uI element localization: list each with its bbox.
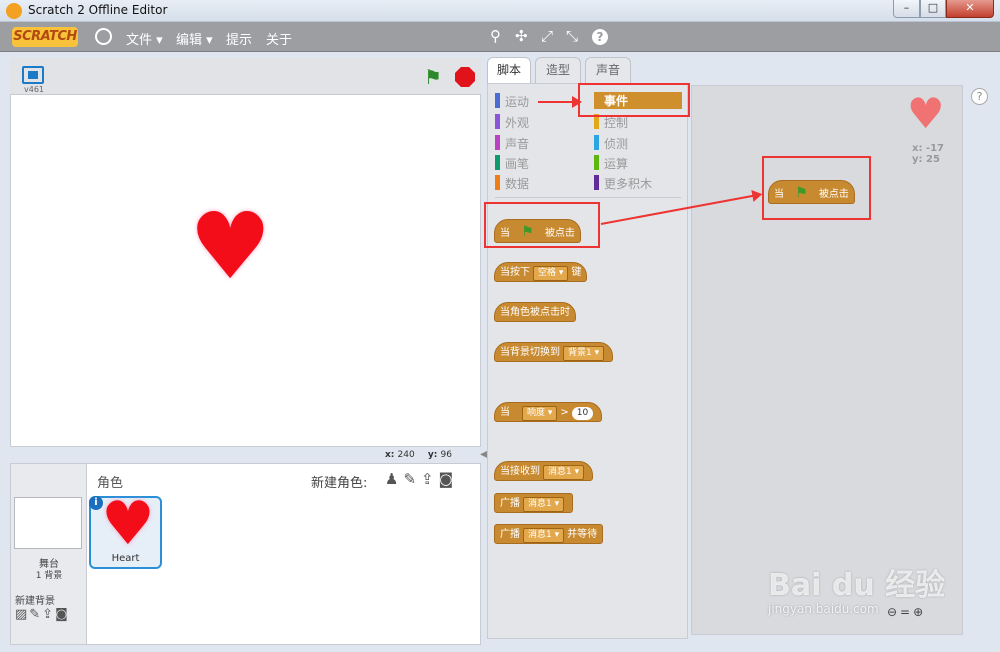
block-when-sensor-greater[interactable]: 当响度 ▾ >10 — [494, 402, 603, 422]
category-pen[interactable]: 画笔 — [494, 155, 529, 172]
category-data[interactable]: 数据 — [494, 175, 529, 192]
info-icon[interactable]: i — [89, 496, 103, 510]
block-when-backdrop-switches[interactable]: 当背景切换到 背景1 ▾ — [494, 342, 614, 362]
version-label: v461 — [24, 85, 45, 94]
new-backdrop-icons[interactable]: ▨✎⇪◙ — [15, 607, 70, 622]
window-title: Scratch 2 Offline Editor — [28, 3, 168, 17]
sprite-thumbnail-heart[interactable]: ♥ i Heart — [89, 489, 162, 569]
new-backdrop-label: 新建背景 — [15, 596, 55, 607]
backdrop-dropdown[interactable]: 背景1 ▾ — [563, 346, 605, 361]
stop-icon[interactable] — [455, 67, 475, 87]
sensor-dropdown[interactable]: 响度 ▾ — [522, 406, 558, 421]
menu-file[interactable]: 文件 ▾ — [126, 29, 163, 48]
block-when-sprite-clicked[interactable]: 当角色被点击时 — [494, 302, 576, 322]
sensor-value-input[interactable]: 10 — [571, 407, 594, 420]
tab-sounds[interactable]: 声音 — [585, 57, 631, 83]
block-when-key-pressed[interactable]: 当按下 空格 ▾ 键 — [494, 262, 588, 282]
palette-divider — [495, 197, 681, 198]
minimize-button[interactable]: – — [893, 0, 920, 18]
mouse-coords: x: 240 y: 96 — [385, 450, 452, 460]
stage-canvas[interactable]: ♥ — [10, 94, 481, 447]
stage-header: v461 ⚑ — [10, 58, 481, 94]
sprite-panel: 舞台 1 背景 新建背景 ▨✎⇪◙ 角色 新建角色: ♟✎⇪◙ ♥ i Hear… — [10, 463, 481, 645]
scratch-cat-icon — [6, 3, 22, 19]
category-operators[interactable]: 运算 — [593, 155, 628, 172]
heart-sprite[interactable]: ♥ — [189, 201, 271, 293]
block-palette: 运动 外观 声音 画笔 数据 事件 控制 侦测 运算 更多积木 当 ⚑ 被点击 … — [487, 83, 688, 639]
block-broadcast-and-wait[interactable]: 广播 消息1 ▾ 并等待 — [494, 524, 604, 544]
broadcast-dropdown[interactable]: 消息1 ▾ — [523, 497, 565, 512]
key-dropdown[interactable]: 空格 ▾ — [533, 266, 569, 281]
stage-column: 舞台 1 背景 新建背景 ▨✎⇪◙ — [11, 464, 87, 644]
zoom-controls[interactable]: ⊖=⊕ — [887, 605, 926, 619]
block-broadcast[interactable]: 广播 消息1 ▾ — [494, 493, 574, 513]
category-sensing[interactable]: 侦测 — [593, 135, 628, 152]
window-title-bar: Scratch 2 Offline Editor — [0, 0, 1000, 22]
grow-icon[interactable]: ⤢ — [541, 27, 553, 45]
help-icon[interactable]: ? — [592, 29, 608, 45]
green-flag-icon[interactable]: ⚑ — [424, 65, 442, 89]
close-button[interactable]: ✕ — [946, 0, 994, 18]
sprite-name: Heart — [111, 553, 140, 564]
current-sprite-icon: ♥ — [907, 89, 945, 138]
category-motion[interactable]: 运动 — [494, 93, 529, 110]
baidu-watermark: Bai du 经验 — [768, 568, 946, 603]
new-sprite-icons[interactable]: ♟✎⇪◙ — [385, 470, 458, 488]
broadcast-wait-dropdown[interactable]: 消息1 ▾ — [523, 528, 565, 543]
category-looks[interactable]: 外观 — [494, 114, 529, 131]
annotation-arrow-1 — [538, 96, 582, 108]
category-more-blocks[interactable]: 更多积木 — [593, 175, 652, 192]
sprite-position: x: -17 y: 25 — [912, 143, 944, 165]
category-sound[interactable]: 声音 — [494, 135, 529, 152]
delete-icon[interactable]: ✣ — [515, 27, 528, 45]
annotation-box-palette-block — [484, 202, 600, 248]
menu-bar: SCRATCH 文件 ▾ 编辑 ▾ 提示 关于 ⚲ ✣ ⤢ ⤡ ? — [0, 22, 1000, 52]
annotation-box-events — [578, 83, 690, 117]
message-dropdown[interactable]: 消息1 ▾ — [543, 465, 585, 480]
annotation-box-script-block — [762, 156, 871, 220]
fullscreen-icon[interactable] — [22, 66, 44, 84]
menu-about[interactable]: 关于 — [266, 29, 292, 48]
help-icon[interactable]: ? — [971, 88, 988, 105]
menu-tips[interactable]: 提示 — [226, 29, 252, 48]
shrink-icon[interactable]: ⤡ — [566, 27, 578, 45]
maximize-button[interactable]: □ — [920, 0, 946, 18]
menu-edit[interactable]: 编辑 ▾ — [176, 29, 213, 48]
block-when-receive[interactable]: 当接收到 消息1 ▾ — [494, 461, 594, 481]
new-sprite-label: 新建角色: — [311, 476, 368, 491]
globe-icon[interactable] — [95, 28, 112, 45]
tab-costumes[interactable]: 造型 — [535, 57, 581, 83]
heart-thumbnail-icon: ♥ — [101, 489, 155, 559]
duplicate-icon[interactable]: ⚲ — [490, 27, 501, 45]
stage-thumbnail[interactable] — [14, 497, 82, 549]
baidu-watermark-url: jingyan.baidu.com — [768, 602, 879, 616]
tab-scripts[interactable]: 脚本 — [487, 57, 531, 84]
backdrop-count: 1 背景 — [35, 571, 63, 581]
scratch-logo[interactable]: SCRATCH — [12, 27, 78, 47]
